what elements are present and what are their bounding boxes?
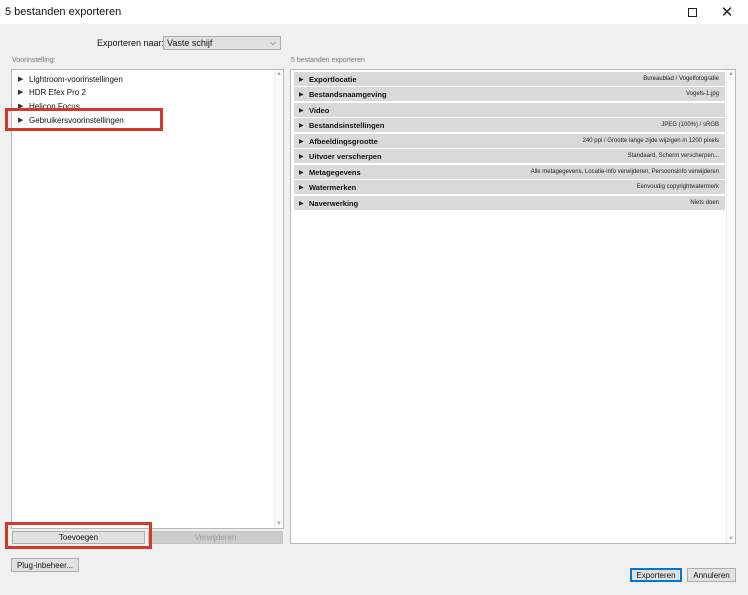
presets-scrollbar[interactable]: ▲ ▼ [274,70,283,528]
highlight-annotation-user-presets [5,108,163,131]
section-title: Metagegevens [309,167,361,177]
section-output-sharpening[interactable]: ▶ Uitvoer verscherpen Standaard, Scherm … [294,149,725,163]
scroll-up-icon[interactable]: ▲ [276,71,282,77]
preset-folder-label: Lightroom-voorinstellingen [29,74,123,84]
section-summary: Niets doen [690,200,719,206]
remove-preset-button[interactable]: Verwijderen [148,531,283,544]
scroll-down-icon[interactable]: ▼ [728,536,734,542]
section-title: Naverwerking [309,198,359,208]
section-image-sizing[interactable]: ▶ Afbeeldingsgrootte 240 ppi / Grootte l… [294,134,725,148]
settings-scrollbar[interactable]: ▲ ▼ [726,70,735,543]
expand-triangle-icon[interactable]: ▶ [18,75,29,83]
section-metadata[interactable]: ▶ Metagegevens Alle metagegevens, Locati… [294,165,725,179]
highlight-annotation-add-button [5,522,152,549]
section-summary: Bureaublad / Vogelfotografie [643,76,719,82]
export-button[interactable]: Exporteren [630,568,682,582]
section-summary: Standaard, Scherm verscherpen... [627,153,719,159]
expand-triangle-icon[interactable]: ▶ [299,107,309,114]
expand-triangle-icon[interactable]: ▶ [299,200,309,207]
export-dialog: Exporteren naar: Vaste schijf ⌵ Voorinst… [0,24,748,595]
expand-triangle-icon[interactable]: ▶ [18,88,29,96]
expand-triangle-icon[interactable]: ▶ [299,122,309,129]
section-title: Bestandsinstellingen [309,120,385,130]
section-watermarking[interactable]: ▶ Watermerken Eenvoudig copyrightwaterme… [294,180,725,194]
section-file-naming[interactable]: ▶ Bestandsnaamgeving Vogels-1.jpg [294,87,725,101]
section-title: Bestandsnaamgeving [309,89,387,99]
expand-triangle-icon[interactable]: ▶ [299,169,309,176]
export-to-label: Exporteren naar: [97,38,165,48]
section-video[interactable]: ▶ Video [294,103,725,117]
settings-label: 5 bestanden exporteren [291,57,365,64]
maximize-icon [687,7,697,17]
preset-folder-label: HDR Efex Pro 2 [29,87,86,97]
section-summary: Eenvoudig copyrightwatermerk [636,184,719,190]
section-title: Exportlocatie [309,74,357,84]
expand-triangle-icon[interactable]: ▶ [299,184,309,191]
plugin-manager-button[interactable]: Plug-inbeheer... [11,558,79,572]
section-export-location[interactable]: ▶ Exportlocatie Bureaublad / Vogelfotogr… [294,72,725,86]
preset-folder-lightroom[interactable]: ▶ Lightroom-voorinstellingen [18,73,123,85]
title-bar: 5 bestanden exporteren ✕ [0,0,748,24]
export-settings-panel: ▶ Exportlocatie Bureaublad / Vogelfotogr… [290,69,736,544]
section-title: Afbeeldingsgrootte [309,136,378,146]
expand-triangle-icon[interactable]: ▶ [299,91,309,98]
section-title: Uitvoer verscherpen [309,151,382,161]
section-summary: 240 ppi / Grootte lange zijde wijzigen i… [582,138,719,144]
window-title: 5 bestanden exporteren [5,6,122,18]
section-summary: JPEG (100%) / sRGB [661,122,719,128]
chevron-down-icon: ⌵ [269,38,276,47]
export-to-value: Vaste schijf [167,38,213,48]
presets-list: ▶ Lightroom-voorinstellingen ▶ HDR Efex … [11,69,284,529]
close-button[interactable]: ✕ [712,0,742,24]
section-file-settings[interactable]: ▶ Bestandsinstellingen JPEG (100%) / sRG… [294,118,725,132]
section-summary: Alle metagegevens, Locatie-info verwijde… [530,169,719,175]
expand-triangle-icon[interactable]: ▶ [299,153,309,160]
scroll-down-icon[interactable]: ▼ [276,521,282,527]
section-title: Video [309,105,330,115]
section-post-processing[interactable]: ▶ Naverwerking Niets doen [294,196,725,210]
scroll-up-icon[interactable]: ▲ [728,71,734,77]
preset-folder-hdr-efex[interactable]: ▶ HDR Efex Pro 2 [18,86,86,98]
export-to-select[interactable]: Vaste schijf ⌵ [163,36,281,50]
expand-triangle-icon[interactable]: ▶ [299,76,309,83]
close-icon: ✕ [720,4,734,21]
section-title: Watermerken [309,182,357,192]
maximize-button[interactable] [677,0,707,24]
section-summary: Vogels-1.jpg [685,91,719,97]
expand-triangle-icon[interactable]: ▶ [299,138,309,145]
cancel-button[interactable]: Annuleren [687,568,736,582]
presets-label: Voorinstelling: [12,57,56,64]
